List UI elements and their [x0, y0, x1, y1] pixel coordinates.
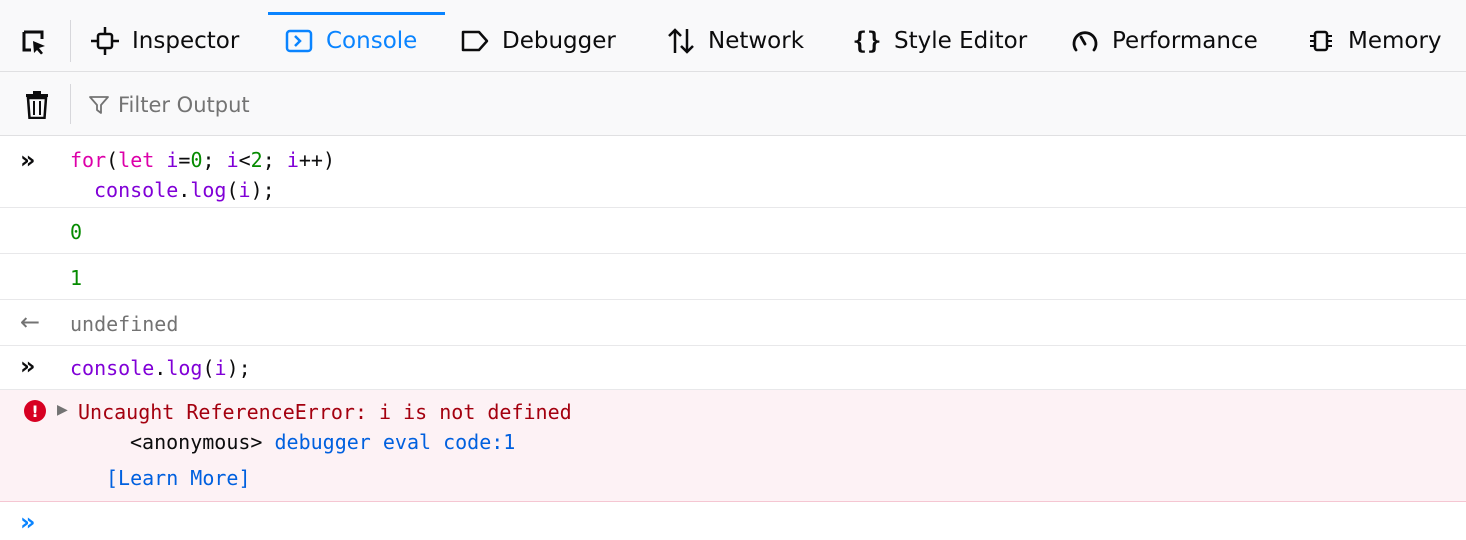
clear-output-button[interactable]: [22, 88, 52, 122]
filter-icon: [88, 94, 110, 116]
code-line: console.log(i);: [70, 356, 251, 380]
learn-more-link[interactable]: [Learn More]: [106, 466, 251, 490]
error-icon: !: [24, 400, 46, 422]
trash-icon: [26, 91, 48, 119]
log-value: 1: [70, 266, 83, 290]
inspector-icon: [88, 24, 122, 58]
console-input-message: » console.log(i);: [0, 346, 1466, 390]
network-icon: [664, 24, 698, 58]
input-prompt-icon: »: [20, 352, 36, 380]
tab-inspector[interactable]: Inspector: [88, 12, 239, 70]
tab-label: Debugger: [502, 28, 616, 54]
tab-label: Style Editor: [894, 28, 1028, 54]
console-error-message: ! ▶ Uncaught ReferenceError: i is not de…: [0, 390, 1466, 502]
tab-style-editor[interactable]: {} Style Editor: [850, 12, 1028, 70]
result-value: undefined: [70, 312, 179, 336]
tab-memory[interactable]: Memory: [1304, 12, 1442, 70]
error-text: Uncaught ReferenceError: i is not define…: [78, 400, 572, 424]
console-input-message: » for(let i=0; i<2; i++) console.log(i);: [0, 136, 1466, 208]
filter-placeholder: Filter Output: [118, 93, 250, 117]
code-line: for(let i=0; i<2; i++): [70, 148, 335, 172]
result-arrow-icon: ←: [20, 308, 41, 336]
tab-debugger[interactable]: Debugger: [458, 12, 616, 70]
debugger-icon: [458, 24, 492, 58]
stack-frame: <anonymous> debugger eval code:1: [130, 430, 515, 454]
performance-icon: [1068, 24, 1102, 58]
console-result-message: ← undefined: [0, 300, 1466, 346]
tab-label: Performance: [1112, 28, 1258, 54]
input-prompt-icon: »: [20, 146, 36, 174]
code-line: console.log(i);: [94, 178, 275, 202]
tab-label: Memory: [1348, 28, 1442, 54]
console-icon: [282, 24, 316, 58]
toolbar-divider: [70, 20, 71, 62]
console-log-message: 1: [0, 254, 1466, 300]
tab-network[interactable]: Network: [664, 12, 804, 70]
element-picker-icon: [22, 30, 45, 55]
frame-location-link[interactable]: debugger eval code:1: [275, 430, 516, 454]
console-input-area[interactable]: »: [0, 502, 1466, 540]
style-editor-icon: {}: [852, 27, 882, 55]
tab-performance[interactable]: Performance: [1068, 12, 1258, 70]
tab-label: Network: [708, 28, 805, 54]
tab-label: Console: [326, 28, 418, 54]
console-log-message: 0: [0, 208, 1466, 254]
filter-output-input[interactable]: Filter Output: [88, 88, 688, 122]
expand-arrow-icon[interactable]: ▶: [57, 402, 68, 418]
tab-console[interactable]: Console: [282, 12, 417, 70]
tab-label: Inspector: [132, 28, 240, 54]
memory-icon: [1304, 24, 1338, 58]
log-value: 0: [70, 220, 83, 244]
frame-function-name: <anonymous>: [130, 430, 263, 454]
element-picker-button[interactable]: [14, 22, 54, 62]
filter-divider: [70, 84, 71, 124]
console-prompt-icon: »: [20, 508, 36, 536]
